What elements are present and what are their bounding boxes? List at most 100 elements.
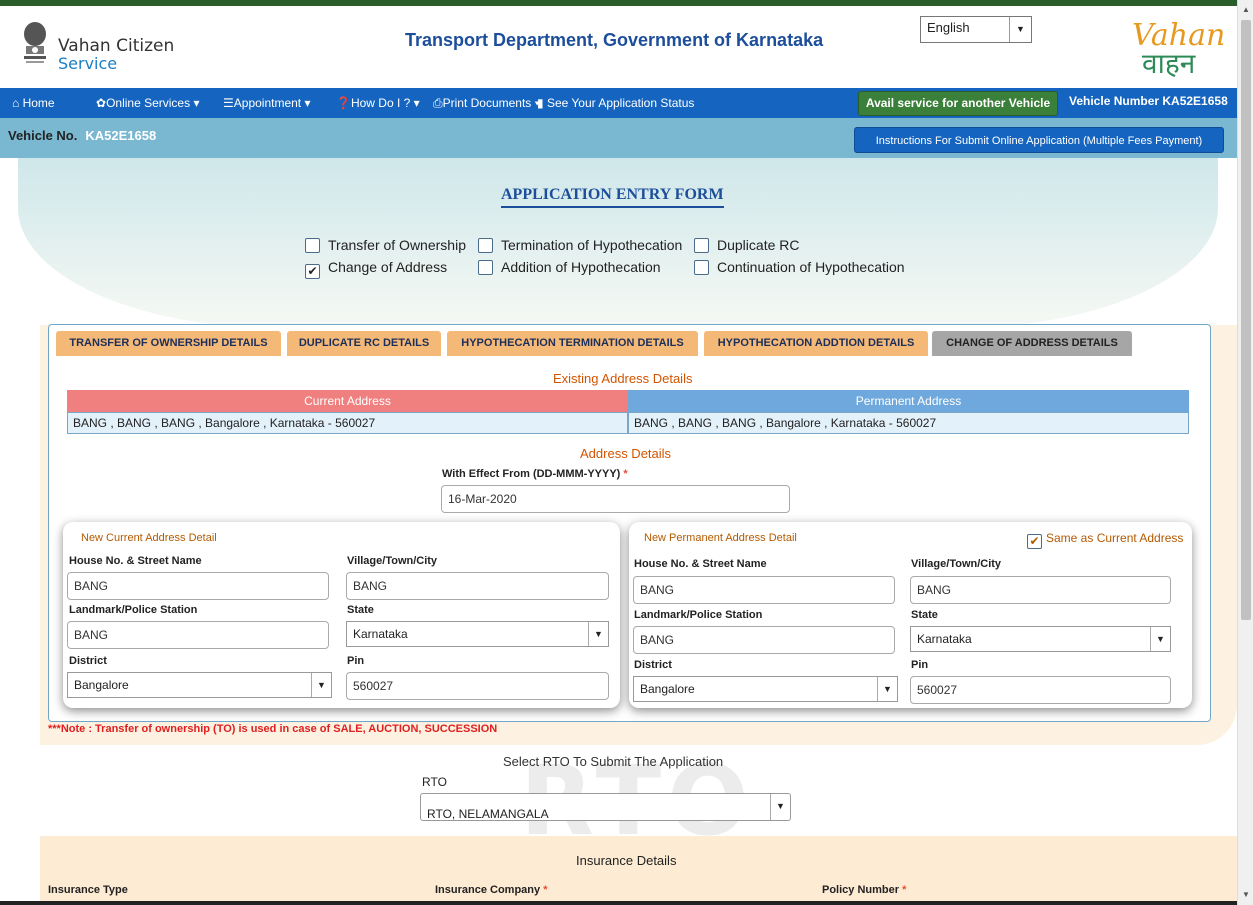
checkbox-box[interactable] [478,238,493,253]
current-district-label: District [69,655,107,667]
current-address-value: BANG , BANG , BANG , Bangalore , Karnata… [67,412,628,434]
checkbox-box[interactable] [694,260,709,275]
permanent-landmark-label: Landmark/Police Station [634,609,763,621]
nav-see-status-label: See Your Application Status [546,96,695,110]
required-marker: * [623,468,628,480]
current-district-select[interactable]: Bangalore ▼ [67,672,332,698]
brand-title: Vahan Citizen [58,36,175,56]
current-landmark-label: Landmark/Police Station [69,604,198,616]
checkbox-box-checked[interactable]: ✔ [305,264,320,279]
effect-from-input[interactable]: 16-Mar-2020 [441,485,790,513]
current-card-title: New Current Address Detail [81,532,217,544]
tab-hypothecation-addition[interactable]: HYPOTHECATION ADDTION DETAILS [704,331,928,356]
vahan-logo: Vahan वाहन [1120,18,1232,80]
checkbox-continuation-of-hypothecation[interactable]: Continuation of Hypothecation [694,259,905,275]
tab-change-of-address[interactable]: CHANGE OF ADDRESS DETAILS [932,331,1132,356]
form-title: APPLICATION ENTRY FORM [501,186,724,208]
instructions-button[interactable]: Instructions For Submit Online Applicati… [854,127,1224,153]
list-icon: ☰ [223,96,234,110]
checkbox-box[interactable] [694,238,709,253]
checkbox-box-checked[interactable]: ✔ [1027,534,1042,549]
bar-chart-icon: ▮ [537,96,547,110]
checkbox-box[interactable] [478,260,493,275]
checkbox-transfer-of-ownership[interactable]: Transfer of Ownership [305,237,466,253]
tab-hypothecation-termination[interactable]: HYPOTHECATION TERMINATION DETAILS [447,331,698,356]
current-village-label: Village/Town/City [347,555,438,567]
nav-print-documents-label: Print Documents [442,96,532,110]
current-landmark-input[interactable]: BANG [67,621,329,649]
chevron-down-icon: ▼ [877,677,897,701]
nav-appointment-label: Appointment [233,96,302,110]
vehicle-no-value: KA52E1658 [85,128,157,143]
checkbox-box[interactable] [305,238,320,253]
scrollbar-thumb[interactable] [1241,20,1251,620]
avail-service-button[interactable]: Avail service for another Vehicle [858,91,1058,116]
chevron-down-icon: ▼ [1150,627,1170,651]
question-icon: ❓ [336,96,351,110]
current-house-label: House No. & Street Name [69,555,202,567]
current-address-header: Current Address [67,390,628,412]
vehicle-no-caption: Vehicle No. [8,128,78,143]
nav-home[interactable]: ⌂ Home [12,96,55,110]
checkbox-change-of-address[interactable]: ✔ Change of Address [305,259,447,279]
rto-select[interactable]: RTO, NELAMANGALA ▼ [420,793,791,821]
rto-value: RTO, NELAMANGALA [427,807,549,821]
vertical-scrollbar[interactable]: ▲ ▼ [1237,0,1253,905]
language-value: English [927,20,970,35]
current-district-value: Bangalore [74,678,129,692]
insurance-company-text: Insurance Company [435,884,541,896]
required-marker: * [902,884,907,896]
scroll-down-icon[interactable]: ▼ [1238,887,1253,903]
permanent-pin-input[interactable]: 560027 [910,676,1171,704]
current-house-input[interactable]: BANG [67,572,329,600]
scroll-up-icon[interactable]: ▲ [1238,2,1253,18]
bottom-edge [0,901,1237,905]
checkbox-label: Change of Address [328,259,448,275]
tab-transfer-of-ownership[interactable]: TRANSFER OF OWNERSHIP DETAILS [56,331,281,356]
address-details-title: Address Details [580,446,672,461]
print-icon: ⎙ [433,96,443,110]
checkbox-addition-of-hypothecation[interactable]: Addition of Hypothecation [478,259,661,275]
site-header: Vahan Citizen Service Transport Departme… [0,6,1237,88]
checkbox-duplicate-rc[interactable]: Duplicate RC [694,237,799,253]
permanent-address-header: Permanent Address [628,390,1189,412]
permanent-district-value: Bangalore [640,682,695,696]
rto-section-title: Select RTO To Submit The Application [503,754,724,769]
permanent-district-label: District [634,659,672,671]
effect-from-text: With Effect From (DD-MMM-YYYY) [442,468,621,480]
checkbox-label: Duplicate RC [717,237,800,253]
permanent-state-select[interactable]: Karnataka ▼ [910,626,1171,652]
current-state-select[interactable]: Karnataka ▼ [346,621,609,647]
chevron-down-icon: ▼ [311,673,331,697]
current-village-input[interactable]: BANG [346,572,609,600]
permanent-district-select[interactable]: Bangalore ▼ [633,676,898,702]
permanent-house-input[interactable]: BANG [633,576,895,604]
current-pin-input[interactable]: 560027 [346,672,609,700]
permanent-house-label: House No. & Street Name [634,558,767,570]
transfer-note: ***Note : Transfer of ownership (TO) is … [48,723,498,735]
gear-icon: ✿ [96,96,107,110]
checkbox-label: Transfer of Ownership [328,237,466,253]
home-icon: ⌂ [12,96,23,110]
nav-online-services[interactable]: ✿Online Services ▾ [96,96,199,110]
nav-appointment[interactable]: ☰Appointment ▾ [223,96,311,110]
rto-label: RTO [422,775,447,789]
tab-duplicate-rc[interactable]: DUPLICATE RC DETAILS [287,331,441,356]
nav-home-label: Home [22,96,55,110]
existing-address-title: Existing Address Details [553,371,693,386]
nav-see-status[interactable]: ▮ See Your Application Status [537,96,694,110]
same-as-current-label: Same as Current Address [1046,531,1184,545]
nav-how-do-i[interactable]: ❓How Do I ? ▾ [336,96,420,110]
language-select[interactable]: English ▼ [920,16,1032,43]
nav-print-documents[interactable]: ⎙Print Documents ▾ [433,96,540,111]
checkbox-termination-of-hypothecation[interactable]: Termination of Hypothecation [478,237,682,253]
insurance-company-label: Insurance Company * [435,884,547,896]
insurance-type-label: Insurance Type [48,884,128,896]
permanent-village-input[interactable]: BANG [910,576,1171,604]
current-state-value: Karnataka [353,627,408,641]
same-as-current-checkbox[interactable]: ✔ Same as Current Address [1027,531,1183,549]
vehicle-no-label: Vehicle No. KA52E1658 [8,128,156,143]
permanent-landmark-input[interactable]: BANG [633,626,895,654]
nav-how-do-i-label: How Do I ? [350,96,411,110]
policy-number-label: Policy Number * [822,884,906,896]
